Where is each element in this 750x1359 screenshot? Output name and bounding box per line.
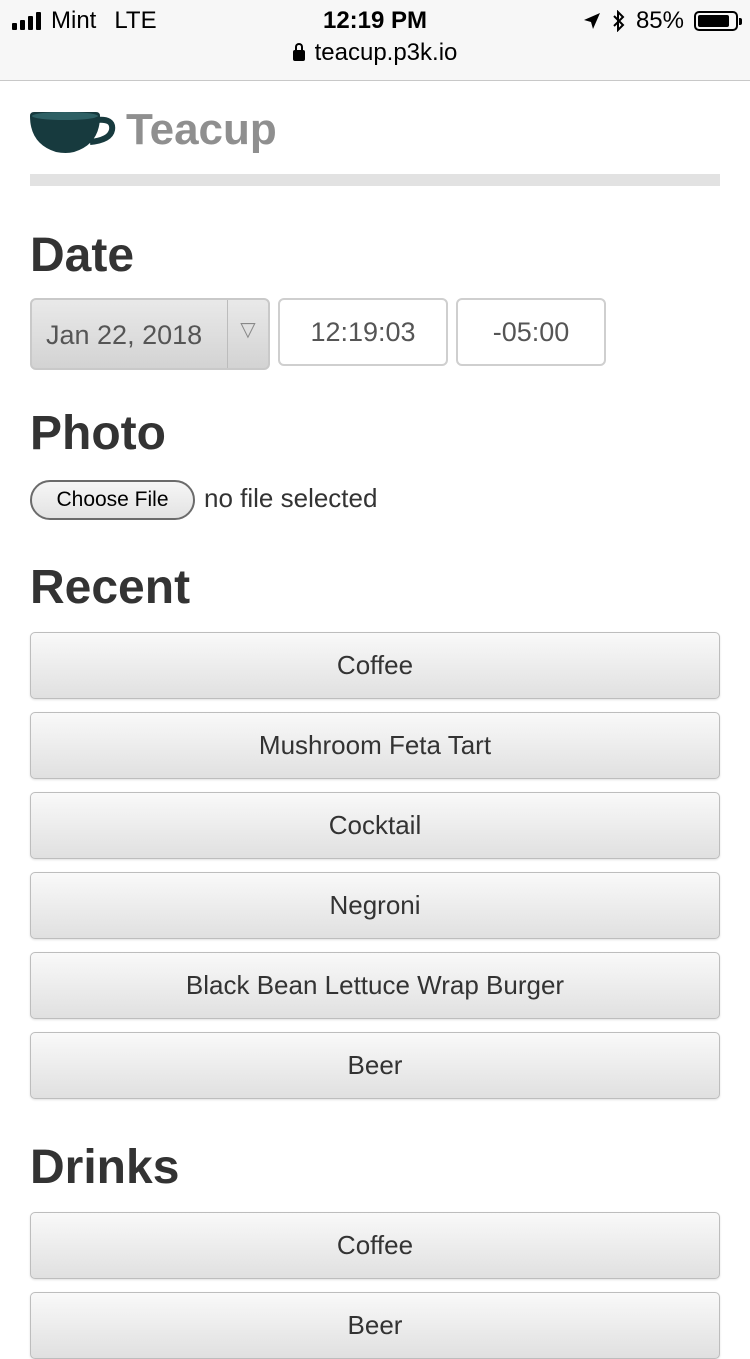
battery-icon bbox=[694, 11, 742, 31]
file-status: no file selected bbox=[204, 483, 378, 513]
app-title: Teacup bbox=[126, 105, 277, 154]
drinks-item-coffee[interactable]: Coffee bbox=[30, 1212, 720, 1279]
lock-icon bbox=[292, 43, 305, 61]
drinks-item-beer[interactable]: Beer bbox=[30, 1292, 720, 1359]
header-divider bbox=[30, 174, 720, 186]
app-header: Teacup bbox=[30, 104, 720, 164]
url-text: teacup.p3k.io bbox=[314, 39, 458, 66]
recent-item-coffee[interactable]: Coffee bbox=[30, 632, 720, 699]
location-arrow-icon bbox=[583, 13, 600, 29]
drinks-heading: Drinks bbox=[30, 1141, 180, 1194]
recent-item-black-bean-burger[interactable]: Black Bean Lettuce Wrap Burger bbox=[30, 952, 720, 1019]
timezone-input[interactable]: -05:00 bbox=[456, 298, 606, 366]
status-right: 85% bbox=[582, 6, 742, 36]
address-bar[interactable]: teacup.p3k.io bbox=[0, 38, 750, 68]
teacup-logo-icon bbox=[30, 112, 116, 153]
choose-file-button[interactable]: Choose File bbox=[30, 480, 195, 520]
recent-item-beer[interactable]: Beer bbox=[30, 1032, 720, 1099]
time-input[interactable]: 12:19:03 bbox=[278, 298, 448, 366]
recent-item-negroni[interactable]: Negroni bbox=[30, 872, 720, 939]
date-value: Jan 22, 2018 bbox=[46, 320, 203, 350]
recent-item-mushroom-feta-tart[interactable]: Mushroom Feta Tart bbox=[30, 712, 720, 779]
status-bar: Mint LTE 12:19 PM 85% teacup.p3k.io bbox=[0, 0, 750, 81]
photo-heading: Photo bbox=[30, 407, 166, 460]
recent-item-cocktail[interactable]: Cocktail bbox=[30, 792, 720, 859]
chevron-down-icon: ▽ bbox=[227, 300, 268, 368]
bluetooth-icon bbox=[613, 10, 625, 32]
battery-percent: 85% bbox=[635, 7, 684, 34]
date-heading: Date bbox=[30, 229, 135, 282]
date-select[interactable]: Jan 22, 2018 ▽ bbox=[30, 298, 270, 370]
recent-heading: Recent bbox=[30, 561, 191, 614]
